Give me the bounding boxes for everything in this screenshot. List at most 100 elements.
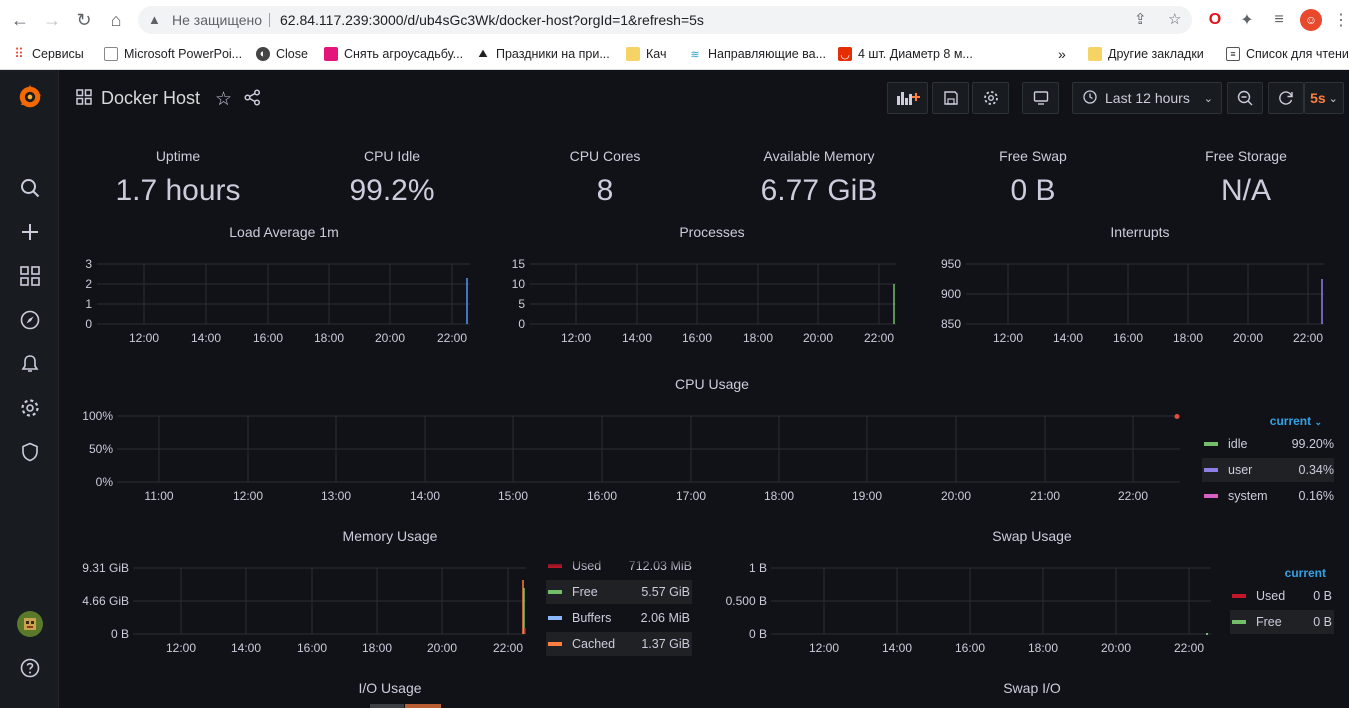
legend-item-cached[interactable]: Cached 1.37 GiB (546, 632, 692, 656)
stat-title: Free Swap (999, 148, 1067, 164)
warning-icon: ▲ (148, 12, 161, 27)
x-tick-label: 22:00 (864, 331, 894, 345)
io-legend-swatch (405, 704, 441, 708)
bookmark-item[interactable]: ◡ 4 шт. Диаметр 8 м... (838, 40, 973, 68)
mountain-icon: ⛰ (478, 47, 488, 60)
more-bookmarks-button[interactable]: » (1058, 40, 1066, 68)
add-panel-button[interactable] (887, 82, 928, 114)
stat-value: 99.2% (349, 174, 435, 207)
browser-toolbar: ← → ↻ ⌂ ▲ Не защищено 62.84.117.239:3000… (0, 0, 1349, 40)
extensions-icon[interactable]: ✦ (1236, 9, 1258, 31)
panel-title-processes[interactable]: Processes (512, 224, 912, 240)
legend-item-buffers[interactable]: Buffers 2.06 MiB (546, 606, 692, 630)
panel-title-memory-usage[interactable]: Memory Usage (190, 528, 590, 544)
panel-title-swap-io[interactable]: Swap I/O (832, 680, 1232, 696)
io-legend-swatch (370, 704, 404, 708)
bookmark-services[interactable]: ⠿ Сервисы (12, 40, 84, 68)
legend-item-idle[interactable]: idle 99.20% (1202, 432, 1334, 456)
explore-compass-icon[interactable] (16, 306, 44, 334)
x-tick-label: 22:00 (1174, 641, 1204, 655)
opera-icon[interactable]: O (1204, 9, 1226, 31)
back-icon[interactable]: ← (8, 8, 32, 32)
bookmark-item[interactable]: ≋ Направляющие ва... (688, 40, 826, 68)
refresh-button[interactable] (1268, 82, 1304, 114)
bookmark-label: Праздники на при... (496, 47, 610, 61)
create-plus-icon[interactable] (16, 218, 44, 246)
x-tick-label: 16:00 (1113, 331, 1143, 345)
dashboard-title[interactable]: Docker Host (101, 88, 200, 109)
star-icon[interactable]: ☆ (215, 88, 232, 111)
y-tick-label: 0 (85, 317, 92, 331)
other-bookmarks[interactable]: Другие закладки (1088, 40, 1204, 68)
dashboard-grid-icon[interactable] (76, 89, 92, 110)
zoom-out-button[interactable] (1227, 82, 1263, 114)
x-tick-label: 12:00 (166, 641, 196, 655)
legend-sort-header[interactable]: current ⌄ (1270, 414, 1322, 428)
folder-icon (1088, 47, 1102, 61)
monitor-icon (1033, 91, 1048, 105)
legend-name: Buffers (572, 611, 612, 625)
bookmark-item[interactable]: ◐ Close (256, 40, 308, 68)
legend-item-free[interactable]: Free 5.57 GiB (546, 580, 692, 604)
dashboard-navbar: Docker Host ☆ Last 12 hours ⌄ 5s ⌄ (59, 70, 1349, 126)
chevron-down-icon: ⌄ (1314, 417, 1322, 427)
save-dashboard-button[interactable] (932, 82, 969, 114)
menu-icon[interactable]: ⋮ (1330, 9, 1349, 31)
cycle-view-mode-button[interactable] (1022, 82, 1059, 114)
x-tick-label: 15:00 (498, 489, 528, 503)
server-admin-shield-icon[interactable] (16, 438, 44, 466)
media-icon[interactable]: ≡ (1268, 9, 1290, 31)
legend-name: system (1228, 489, 1268, 503)
address-bar[interactable]: ▲ Не защищено 62.84.117.239:3000/d/ub4sG… (138, 6, 1192, 34)
profile-avatar-icon[interactable]: ☺ (1300, 9, 1322, 31)
refresh-interval-picker[interactable]: 5s ⌄ (1304, 82, 1344, 114)
grafana-logo-icon[interactable] (16, 83, 44, 111)
legend-item-free[interactable]: Free 0 B (1230, 610, 1334, 634)
y-tick-label: 15 (512, 257, 526, 271)
x-tick-label: 18:00 (743, 331, 773, 345)
search-icon[interactable] (16, 174, 44, 202)
panel-title-load[interactable]: Load Average 1m (84, 224, 484, 240)
alerting-bell-icon[interactable] (16, 350, 44, 378)
x-tick-label: 12:00 (233, 489, 263, 503)
cpu-idle-point (1174, 414, 1180, 420)
x-tick-label: 19:00 (852, 489, 882, 503)
legend-item-used[interactable]: Used 0 B (1230, 584, 1334, 608)
time-picker-button[interactable]: Last 12 hours ⌄ (1072, 82, 1222, 114)
stat-title: Uptime (155, 148, 201, 164)
configuration-gear-icon[interactable] (16, 394, 44, 422)
forward-icon[interactable]: → (40, 8, 64, 32)
user-avatar-icon[interactable] (16, 610, 44, 638)
share-icon[interactable]: ⇪ (1134, 6, 1147, 34)
legend-sort-header[interactable]: current (1285, 566, 1326, 580)
panel-title-swap-usage[interactable]: Swap Usage (832, 528, 1232, 544)
y-tick-label: 2 (85, 277, 92, 291)
legend-fade (546, 558, 694, 568)
panel-title-cpu-usage[interactable]: CPU Usage (512, 376, 912, 392)
home-icon[interactable]: ⌂ (104, 8, 128, 32)
help-icon[interactable] (16, 654, 44, 682)
reload-icon[interactable]: ↻ (72, 8, 96, 32)
panel-title-interrupts[interactable]: Interrupts (940, 224, 1340, 240)
x-tick-label: 16:00 (682, 331, 712, 345)
star-icon[interactable]: ☆ (1168, 6, 1181, 34)
dashboard-settings-button[interactable] (972, 82, 1009, 114)
legend-item-system[interactable]: system 0.16% (1202, 484, 1334, 508)
y-tick-label: 950 (941, 257, 961, 271)
panel-title-io-usage[interactable]: I/O Usage (190, 680, 590, 696)
x-tick-label: 18:00 (362, 641, 392, 655)
x-tick-label: 18:00 (314, 331, 344, 345)
bookmark-label: Направляющие ва... (708, 47, 827, 61)
y-tick-label: 1 B (749, 561, 767, 575)
globe-icon: ◐ (256, 47, 270, 61)
legend-item-user[interactable]: user 0.34% (1202, 458, 1334, 482)
dashboards-icon[interactable] (16, 262, 44, 290)
legend-name: user (1228, 463, 1253, 477)
bookmark-item[interactable]: Кач (626, 40, 666, 68)
share-icon[interactable] (244, 89, 261, 111)
bookmark-item[interactable]: Microsoft PowerPoi... (104, 40, 242, 68)
stat-title: Available Memory (763, 148, 875, 164)
reading-list[interactable]: ≡ Список для чтения (1226, 40, 1349, 68)
bookmark-item[interactable]: ⛰ Праздники на при... (476, 40, 610, 68)
bookmark-item[interactable]: Снять агроусадьбу... (324, 40, 463, 68)
